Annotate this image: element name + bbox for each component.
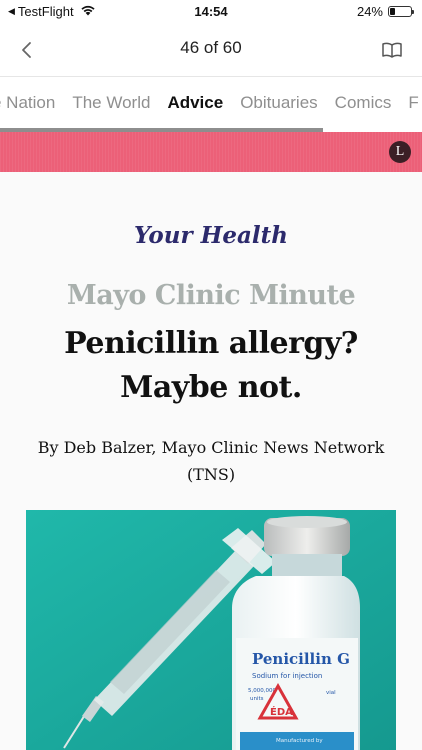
battery-fill (390, 8, 395, 15)
section-tabs: e Nation The World Advice Obituaries Com… (0, 76, 422, 132)
publication-logo[interactable]: L (389, 141, 411, 163)
battery-percent: 24% (356, 4, 383, 19)
tab-the-nation[interactable]: e Nation (0, 93, 55, 113)
vial-label-title: Penicillin G (252, 650, 350, 668)
battery-status: 24% (356, 4, 414, 19)
book-button[interactable] (378, 36, 406, 64)
status-bar: ◀ TestFlight 14:54 24% (0, 0, 422, 24)
article-headline: Penicillin allergy? Maybe not. (64, 326, 358, 405)
battery-icon (388, 6, 414, 17)
tab-obituaries[interactable]: Obituaries (240, 93, 317, 113)
vial-label-units: 5,000,000 (248, 688, 276, 694)
article-series: Mayo Clinic Minute (66, 280, 356, 311)
article-kicker: Your Health (134, 222, 288, 249)
vial-label-vial: vial (326, 690, 336, 696)
svg-text:ÉDA: ÉDA (270, 705, 293, 718)
book-icon (382, 42, 402, 58)
tab-the-world[interactable]: The World (72, 93, 150, 113)
section-banner: L (0, 132, 422, 172)
tab-advice[interactable]: Advice (167, 93, 223, 113)
nav-bar: 46 of 60 (0, 24, 422, 76)
tab-next-section[interactable]: F (408, 93, 418, 113)
vial-label-sub: Sodium for injection (252, 672, 322, 680)
tab-comics[interactable]: Comics (335, 93, 392, 113)
vial-label-units-word: units (250, 696, 264, 702)
article: Your Health Mayo Clinic Minute Penicilli… (0, 172, 422, 750)
article-byline: By Deb Balzer, Mayo Clinic News Network … (37, 438, 385, 484)
page-counter: 46 of 60 (180, 38, 242, 57)
vial-label-manufactured: Manufactured by (276, 738, 323, 744)
tabs-row: e Nation The World Advice Obituaries Com… (0, 93, 419, 113)
article-photo[interactable]: Penicillin G Sodium for injection 5,000,… (26, 510, 396, 750)
